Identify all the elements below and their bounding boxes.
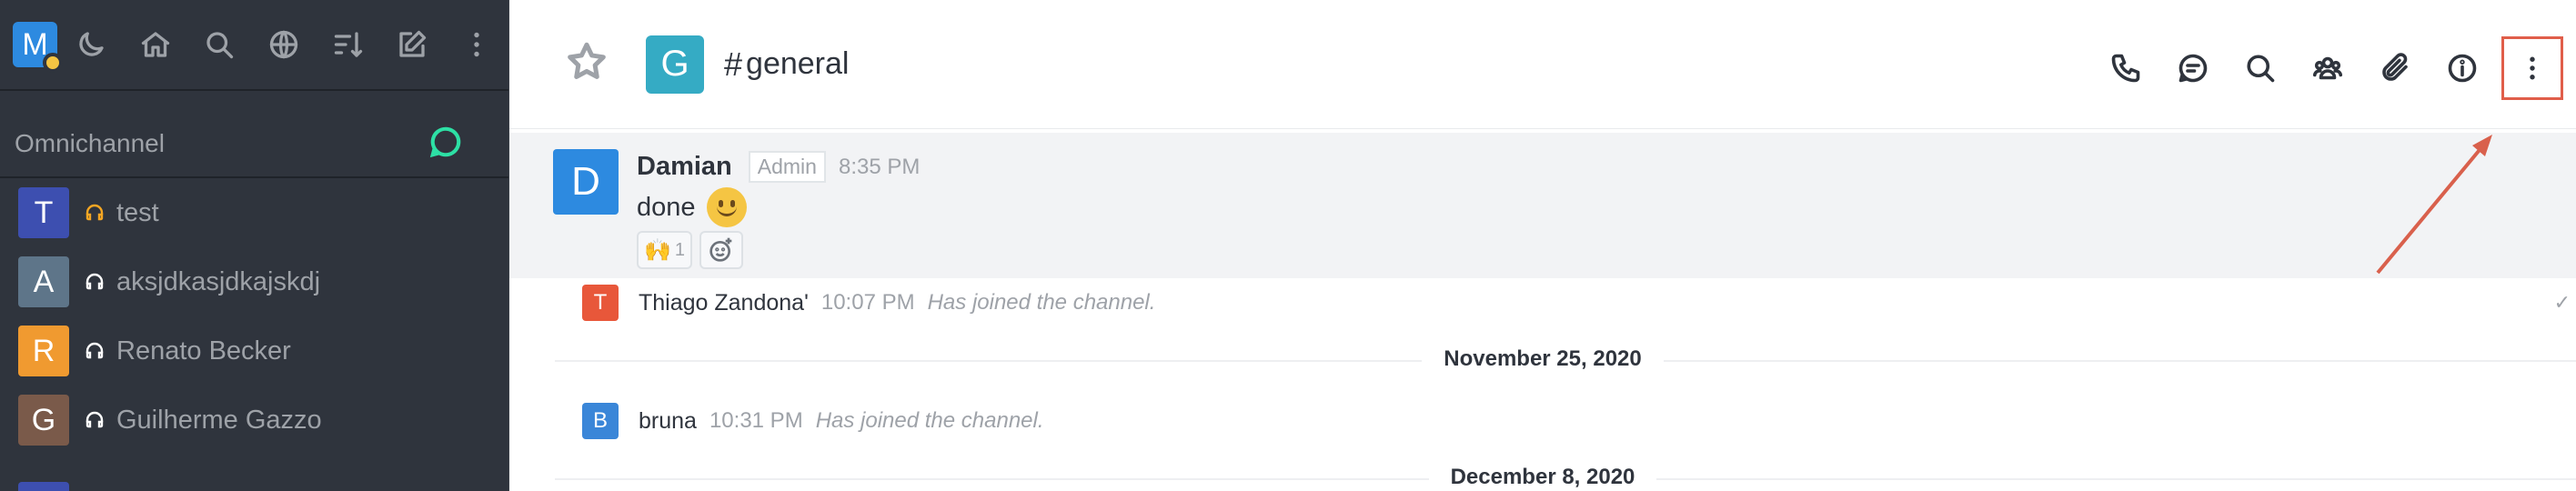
system-message: T Thiago Zandona' 10:07 PM Has joined th… xyxy=(582,285,1155,321)
sidebar-room-aksjdkasjdkajskdj[interactable]: A aksjdkasjdkajskdj xyxy=(0,247,508,316)
moon-icon[interactable] xyxy=(59,17,124,72)
channel-hash-icon: # xyxy=(724,45,743,83)
room-avatar: R xyxy=(18,326,69,376)
message-item[interactable]: D Damian Admin 8:35 PM done 🙌 1 xyxy=(509,133,2576,278)
add-reaction-button[interactable] xyxy=(699,231,744,269)
sidebar-room-guilherme-gazzo[interactable]: G Guilherme Gazzo xyxy=(0,386,508,455)
reactions: 🙌 1 xyxy=(637,231,750,269)
sidebar-room-test[interactable]: T test xyxy=(0,178,508,247)
headset-icon xyxy=(76,409,113,431)
smile-emoji-icon xyxy=(706,187,747,227)
edit-icon[interactable] xyxy=(380,17,445,72)
header-actions xyxy=(2092,36,2576,100)
add-reaction-icon xyxy=(709,237,732,262)
date-divider-label: December 8, 2020 xyxy=(1428,465,1657,489)
room-name: Guilherme Gazzo xyxy=(116,405,322,435)
kebab-menu-icon[interactable] xyxy=(2501,36,2563,100)
omnichannel-chat-icon[interactable] xyxy=(428,125,463,164)
date-divider: December 8, 2020 xyxy=(509,465,2576,490)
globe-icon[interactable] xyxy=(252,17,317,72)
room-name: aksjdkasjdkajskdj xyxy=(116,266,321,296)
room-avatar: T xyxy=(18,187,69,238)
sort-icon[interactable] xyxy=(316,17,380,72)
message-body: done xyxy=(637,187,747,227)
call-icon[interactable] xyxy=(2092,41,2159,95)
home-icon[interactable] xyxy=(124,17,188,72)
system-message-author[interactable]: bruna xyxy=(639,408,697,435)
sidebar-room-renato-becker[interactable]: R Renato Becker xyxy=(0,316,508,386)
system-message-time: 10:31 PM xyxy=(709,408,803,433)
headset-icon xyxy=(76,271,113,293)
omnichannel-label: Omnichannel xyxy=(15,129,165,157)
headset-icon xyxy=(76,340,113,362)
role-badge: Admin xyxy=(748,151,826,183)
message-avatar[interactable]: D xyxy=(553,149,619,215)
search-icon[interactable] xyxy=(187,17,252,72)
date-divider: November 25, 2020 xyxy=(509,346,2576,372)
system-message: B bruna 10:31 PM Has joined the channel. xyxy=(582,403,1044,439)
date-divider-label: November 25, 2020 xyxy=(1422,346,1664,371)
channel-name: general xyxy=(746,46,850,81)
user-avatar[interactable]: M xyxy=(13,22,63,73)
attachment-icon[interactable] xyxy=(2361,41,2429,95)
system-message-text: Has joined the channel. xyxy=(927,290,1156,315)
system-message-avatar[interactable]: B xyxy=(582,403,619,439)
system-message-avatar[interactable]: T xyxy=(582,285,619,321)
message-time: 8:35 PM xyxy=(838,154,921,179)
search-icon[interactable] xyxy=(2227,41,2294,95)
room-name: test xyxy=(116,197,159,227)
reaction-count: 1 xyxy=(674,239,686,260)
system-message-time: 10:07 PM xyxy=(820,290,915,315)
message-header: Damian Admin 8:35 PM xyxy=(637,151,920,183)
app-window: M Omnichannel T test A aksjdkasjdkajskdj… xyxy=(0,0,2576,491)
read-check-icon: ✓ xyxy=(2553,291,2571,314)
kebab-icon[interactable] xyxy=(444,17,508,72)
omnichannel-section: Omnichannel xyxy=(0,111,508,178)
info-icon[interactable] xyxy=(2429,41,2496,95)
room-avatar: G xyxy=(18,395,69,446)
room-avatar-partial xyxy=(18,482,69,491)
reaction-raised-hands[interactable]: 🙌 1 xyxy=(637,231,693,269)
main-content: G # general D Damian Admin 8:35 PM done … xyxy=(509,0,2576,491)
sidebar-toolbar: M xyxy=(0,0,508,91)
members-icon[interactable] xyxy=(2294,41,2361,95)
channel-avatar: G xyxy=(646,35,704,94)
user-status-indicator xyxy=(43,53,63,73)
message-text: done xyxy=(637,192,696,222)
room-header: G # general xyxy=(509,0,2576,129)
discussion-icon[interactable] xyxy=(2159,41,2227,95)
message-author[interactable]: Damian xyxy=(637,152,732,182)
system-message-author[interactable]: Thiago Zandona' xyxy=(639,290,809,316)
favorite-star-icon[interactable] xyxy=(564,39,609,89)
raised-hands-icon: 🙌 xyxy=(644,237,671,263)
room-name: Renato Becker xyxy=(116,336,291,366)
system-message-text: Has joined the channel. xyxy=(815,408,1044,433)
sidebar: M Omnichannel T test A aksjdkasjdkajskdj… xyxy=(0,0,509,491)
headset-icon xyxy=(76,202,113,224)
room-avatar: A xyxy=(18,256,69,307)
